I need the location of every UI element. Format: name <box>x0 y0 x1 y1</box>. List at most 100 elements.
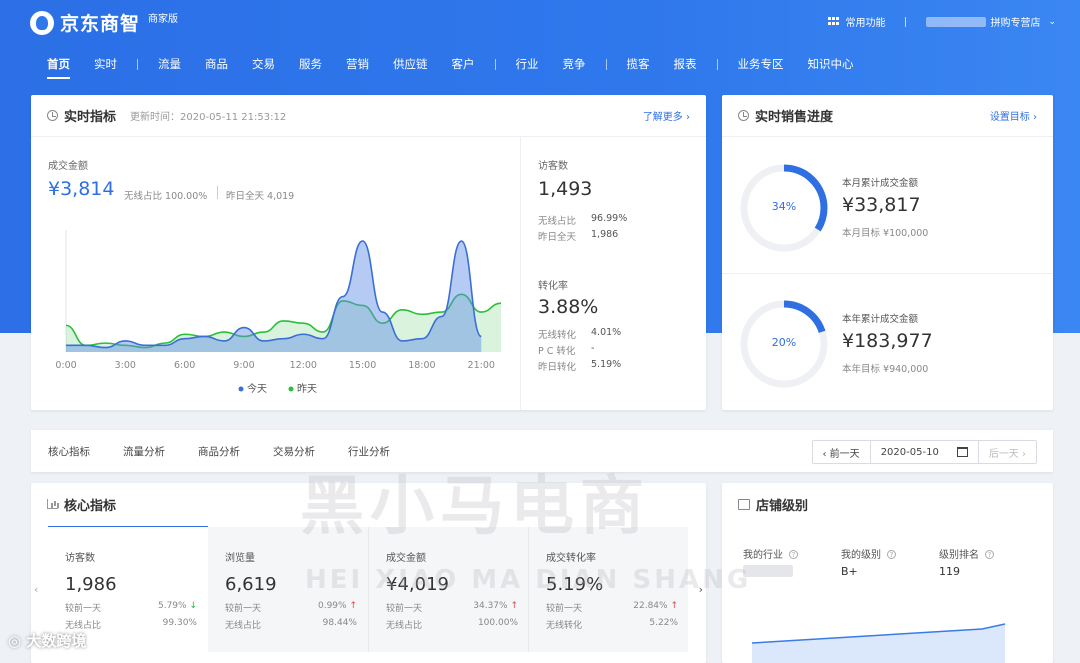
legend-label[interactable]: 昨天 <box>297 383 317 395</box>
nav-item-reports[interactable]: 报表 <box>662 56 709 72</box>
clock-icon <box>47 110 58 121</box>
nav-item-competition[interactable]: 竞争 <box>551 56 598 72</box>
conv-wireless-value: 4.01% <box>591 327 622 338</box>
realtime-title: 实时指标 <box>64 110 117 125</box>
watermark-cn: 黑小马电商 <box>300 470 650 544</box>
x-tick-label: 3:00 <box>115 360 136 371</box>
metric-name: 访客数 <box>65 553 95 564</box>
legend-label[interactable]: 今天 <box>247 382 267 395</box>
year-progress-pct: 20% <box>771 336 797 349</box>
conv-pc-value: - <box>591 343 595 354</box>
info-icon[interactable]: ? <box>887 550 896 559</box>
tab-product[interactable]: 商品分析 <box>198 444 240 459</box>
prev-day-button[interactable]: ‹ 前一天 <box>813 441 871 463</box>
watermark-logo-icon: ◎ <box>8 632 22 650</box>
sales-progress-header: 实时销售进度 设置目标 › <box>722 95 1053 137</box>
gmv-label: 成交金额 <box>48 161 88 172</box>
common-functions-link[interactable]: 常用功能 <box>845 14 885 29</box>
metric-compare-value: 22.84% <box>633 601 668 611</box>
nav-item-business-zone[interactable]: 业务专区 <box>726 56 796 72</box>
month-total-label: 本月累计成交金额 <box>842 178 919 189</box>
gmv-value: ¥3,814 <box>48 178 115 200</box>
level-label: 我的级别? <box>841 546 896 561</box>
visitors-wireless-value: 96.99% <box>591 213 628 224</box>
nav-item-marketing[interactable]: 营销 <box>334 56 381 72</box>
nav-item-traffic[interactable]: 流量 <box>146 56 193 72</box>
logo-text: 京东商智 <box>60 13 141 35</box>
nav-item-acquire[interactable]: 揽客 <box>615 56 662 72</box>
nav-item-home[interactable]: 首页 <box>35 56 82 79</box>
nav-item-customer[interactable]: 客户 <box>440 56 487 72</box>
apps-grid-icon <box>828 16 840 27</box>
arrow-up-icon: ↑ <box>670 601 678 611</box>
vertical-divider <box>520 137 521 410</box>
core-metrics-title: 核心指标 <box>64 498 117 514</box>
date-value: 2020-05-10 <box>880 446 939 458</box>
shop-level-title: 店铺级别 <box>756 498 809 514</box>
shop-level-header: 店铺级别 <box>722 483 1053 525</box>
info-icon[interactable]: ? <box>789 550 798 559</box>
divider <box>722 273 1053 274</box>
calendar-icon[interactable] <box>956 447 968 457</box>
metric-sub-value: 99.30% <box>162 618 197 628</box>
arrow-up-icon: ↑ <box>349 601 357 611</box>
level-value: B+ <box>841 565 858 578</box>
date-navigator: ‹ 前一天 2020-05-10 后一天 › <box>811 440 1037 464</box>
chevron-down-icon[interactable]: ⌄ <box>1048 17 1056 27</box>
arrow-down-icon: ↓ <box>189 601 197 611</box>
gmv-yesterday-total: 昨日全天 4,019 <box>226 191 295 202</box>
month-target: 本月目标 ¥100,000 <box>842 228 929 239</box>
nav-item-realtime[interactable]: 实时 <box>82 56 129 72</box>
conv-yesterday-value: 5.19% <box>591 359 622 370</box>
nav-divider <box>716 58 718 70</box>
legend-marker <box>238 386 244 392</box>
metric-compare-value: 5.79% <box>157 601 187 611</box>
conversion-label: 转化率 <box>538 281 568 292</box>
level-trend-chart <box>751 623 1006 663</box>
legend-marker <box>288 386 294 392</box>
visitors-yesterday-value: 1,986 <box>591 229 619 240</box>
metric-sub-value: 98.44% <box>322 618 357 628</box>
date-picker[interactable]: 2020-05-10 <box>871 441 979 463</box>
nav-item-supply-chain[interactable]: 供应链 <box>381 56 440 72</box>
learn-more-link[interactable]: 了解更多 › <box>643 108 690 123</box>
tab-traffic[interactable]: 流量分析 <box>123 444 165 459</box>
metric-compare-label: 较前一天 <box>386 604 423 614</box>
conv-yesterday-label: 昨日转化 <box>538 362 577 373</box>
top-right-area: 常用功能 拼购专营店 ⌄ <box>828 14 1056 29</box>
realtime-chart: 0:00 3:00 6:00 9:00 12:00 15:00 18:00 21:00 今天 昨天 <box>55 230 502 395</box>
shop-level-card: 店铺级别 我的行业? 我的级别? B+ 级别排名? 119 <box>722 483 1053 663</box>
nav-divider <box>494 58 496 70</box>
x-tick-label: 6:00 <box>174 360 195 371</box>
top-bar: 京东商智 商家版 常用功能 拼购专营店 ⌄ <box>0 0 1080 44</box>
metric-name: 浏览量 <box>225 553 255 564</box>
nav-item-service[interactable]: 服务 <box>287 56 334 72</box>
sales-progress-title: 实时销售进度 <box>755 110 834 125</box>
nav-item-knowledge[interactable]: 知识中心 <box>796 56 866 72</box>
realtime-card: 实时指标 更新时间：2020-05-11 21:53:12 了解更多 › 成交金… <box>31 95 706 410</box>
metric-sub-label: 无线转化 <box>546 621 583 631</box>
month-total-value: ¥33,817 <box>842 194 921 216</box>
nav-item-industry[interactable]: 行业 <box>504 56 551 72</box>
x-tick-label: 18:00 <box>408 360 435 371</box>
logo[interactable]: 京东商智 商家版 <box>30 9 178 36</box>
metric-name: 成交金额 <box>386 553 426 564</box>
tab-core[interactable]: 核心指标 <box>48 444 90 459</box>
shop-name[interactable]: 拼购专营店 <box>990 14 1040 29</box>
watermark-en: HEI XIAO MA DIAN SHANG <box>305 565 752 595</box>
set-target-link[interactable]: 设置目标 › <box>990 108 1037 123</box>
arrow-up-icon: ↑ <box>510 601 518 611</box>
bar-chart-icon <box>47 499 58 509</box>
update-time: 更新时间：2020-05-11 21:53:12 <box>130 112 287 123</box>
nav-item-transaction[interactable]: 交易 <box>240 56 287 72</box>
nav-item-product[interactable]: 商品 <box>193 56 240 72</box>
rank-label: 级别排名? <box>939 546 994 561</box>
chevron-left-icon[interactable]: ‹ <box>34 583 38 596</box>
x-tick-label: 9:00 <box>233 360 254 371</box>
year-progress-ring: 20% <box>738 298 830 390</box>
info-icon[interactable]: ? <box>985 550 994 559</box>
x-tick-label: 15:00 <box>349 360 376 371</box>
industry-label: 我的行业? <box>743 546 798 561</box>
sales-progress-card: 实时销售进度 设置目标 › 34% 本月累计成交金额 ¥33,817 本月目标 … <box>722 95 1053 410</box>
metric-sub-value: 100.00% <box>477 618 518 628</box>
